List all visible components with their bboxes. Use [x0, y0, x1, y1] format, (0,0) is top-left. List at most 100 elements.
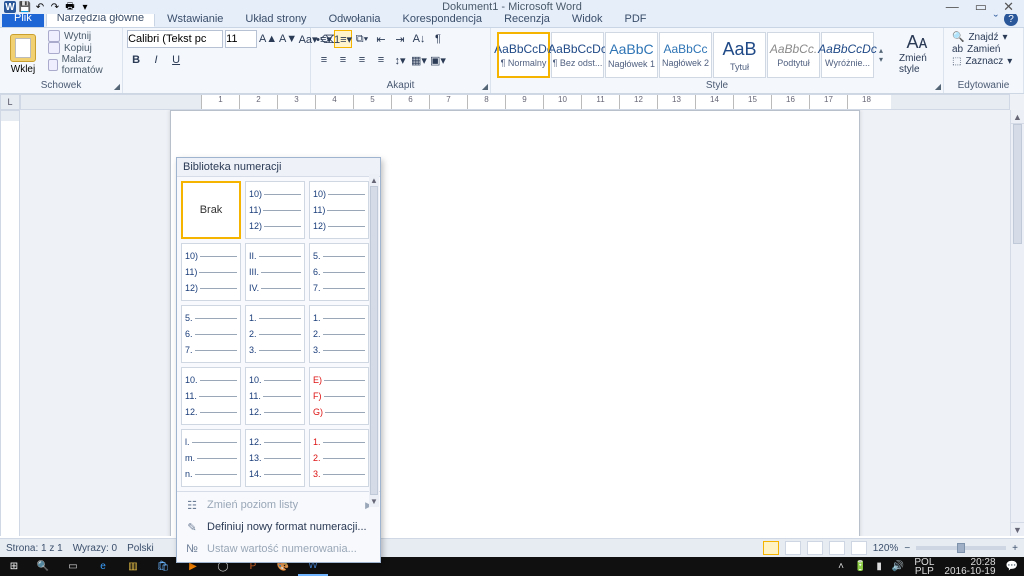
store-icon[interactable]: 🛍	[148, 557, 178, 576]
popup-scrollbar[interactable]: ▲ ▼	[369, 174, 379, 507]
style-tile[interactable]: AaBbCcNagłówek 2	[659, 32, 712, 78]
status-page[interactable]: Strona: 1 z 1	[6, 543, 63, 554]
tray-power-icon[interactable]: 🔋	[854, 561, 866, 572]
popup-scroll-up-icon[interactable]: ▲	[369, 174, 379, 186]
clipboard-dialog-launcher-icon[interactable]: ◢	[114, 82, 120, 91]
tray-notifications-icon[interactable]: 💬	[1006, 561, 1018, 572]
increase-indent-icon[interactable]: ⇥	[391, 30, 409, 48]
font-name-combo[interactable]	[127, 30, 223, 48]
style-tile[interactable]: AaBbCcDc¶ Normalny	[497, 32, 550, 78]
numbering-tile[interactable]: l.m.n.	[181, 429, 241, 487]
multilevel-button[interactable]: ⧉▾	[353, 30, 371, 48]
numbering-tile[interactable]: 1.2.3.	[245, 305, 305, 363]
qat-customize-icon[interactable]: ▾	[79, 1, 91, 13]
redo-icon[interactable]: ↷	[49, 1, 61, 13]
styles-gallery[interactable]: AaBbCcDc¶ Normalny AaBbCcDc¶ Bez odst...…	[495, 30, 889, 78]
format-painter-button[interactable]: Malarz formatów	[48, 54, 118, 76]
style-tile[interactable]: AaBbCc.Podtytuł	[767, 32, 820, 78]
numbering-button[interactable]: 1≡▾	[334, 30, 352, 48]
horizontal-ruler[interactable]: 123456789101112131415161718	[20, 94, 1010, 110]
line-spacing-icon[interactable]: ↕▾	[391, 51, 409, 69]
align-right-icon[interactable]: ≡	[353, 51, 371, 69]
styles-more-icon[interactable]: ▴▾	[875, 46, 887, 64]
print-icon[interactable]: 🖶	[64, 1, 76, 13]
search-taskbar-icon[interactable]: 🔍	[28, 557, 58, 576]
tray-volume-icon[interactable]: 🔊	[892, 561, 904, 572]
tab-stop-selector[interactable]: L	[0, 94, 20, 110]
cut-button[interactable]: Wytnij	[48, 30, 118, 42]
underline-button[interactable]: U	[167, 51, 185, 69]
zoom-level[interactable]: 120%	[873, 543, 899, 554]
show-marks-icon[interactable]: ¶	[429, 30, 447, 48]
numbering-tile[interactable]: Brak	[181, 181, 241, 239]
bold-button[interactable]: B	[127, 51, 145, 69]
style-tile[interactable]: AaBbCcDc¶ Bez odst...	[551, 32, 604, 78]
scroll-down-icon[interactable]: ▼	[1011, 522, 1024, 536]
change-styles-button[interactable]: Aᴀ Zmień style	[895, 30, 939, 77]
styles-dialog-launcher-icon[interactable]: ◢	[935, 82, 941, 91]
grow-font-icon[interactable]: A▲	[259, 30, 277, 48]
copy-button[interactable]: Kopiuj	[48, 42, 118, 54]
numbering-tile[interactable]: 10)11)12)	[181, 243, 241, 301]
save-icon[interactable]: 💾	[19, 1, 31, 13]
align-left-icon[interactable]: ≡	[315, 51, 333, 69]
italic-button[interactable]: I	[147, 51, 165, 69]
vertical-scrollbar[interactable]: ▲ ▼	[1010, 110, 1024, 536]
view-outline-icon[interactable]	[829, 541, 845, 555]
view-fullscreen-icon[interactable]	[785, 541, 801, 555]
task-view-icon[interactable]: ▭	[58, 557, 88, 576]
style-tile[interactable]: AaBbCNagłówek 1	[605, 32, 658, 78]
numbering-tile[interactable]: 10)11)12)	[245, 181, 305, 239]
minimize-button[interactable]: —	[946, 0, 959, 15]
decrease-indent-icon[interactable]: ⇤	[372, 30, 390, 48]
numbering-tile[interactable]: 10)11)12)	[309, 181, 369, 239]
style-tile[interactable]: AaBTytuł	[713, 32, 766, 78]
paragraph-dialog-launcher-icon[interactable]: ◢	[482, 82, 488, 91]
select-button[interactable]: ⬚Zaznacz ▾	[952, 56, 1012, 67]
maximize-button[interactable]: ▭	[975, 0, 987, 15]
numbering-tile[interactable]: 1.2.3.	[309, 305, 369, 363]
explorer-icon[interactable]: ▥	[118, 557, 148, 576]
justify-icon[interactable]: ≡	[372, 51, 390, 69]
replace-button[interactable]: abZamień	[952, 44, 1012, 55]
edge-icon[interactable]: e	[88, 557, 118, 576]
tray-up-icon[interactable]: ˄	[838, 561, 844, 572]
sort-icon[interactable]: A↓	[410, 30, 428, 48]
font-size-combo[interactable]	[225, 30, 257, 48]
view-print-layout-icon[interactable]	[763, 541, 779, 555]
numbering-tile[interactable]: 10.11.12.	[181, 367, 241, 425]
vertical-ruler[interactable]	[0, 110, 20, 536]
find-button[interactable]: 🔍Znajdź ▾	[952, 32, 1012, 43]
undo-icon[interactable]: ↶	[34, 1, 46, 13]
status-language[interactable]: Polski	[127, 543, 154, 554]
tray-lang2[interactable]: PLP	[914, 567, 934, 576]
status-words[interactable]: Wyrazy: 0	[73, 543, 117, 554]
numbering-tile[interactable]: 10.11.12.	[245, 367, 305, 425]
numbering-tile[interactable]: II.III.IV.	[245, 243, 305, 301]
numbering-tile[interactable]: 5.6.7.	[309, 243, 369, 301]
shrink-font-icon[interactable]: A▼	[279, 30, 297, 48]
bullets-button[interactable]: •≡▾	[315, 30, 333, 48]
scroll-thumb[interactable]	[1013, 124, 1022, 244]
numbering-tile[interactable]: 5.6.7.	[181, 305, 241, 363]
close-button[interactable]: ✕	[1003, 0, 1014, 15]
zoom-slider[interactable]	[916, 546, 1006, 550]
tray-date[interactable]: 2016-10-19	[944, 567, 995, 576]
shading-icon[interactable]: ▦▾	[410, 51, 428, 69]
popup-scroll-thumb[interactable]	[370, 186, 378, 495]
view-web-icon[interactable]	[807, 541, 823, 555]
tray-network-icon[interactable]: ▮	[876, 561, 882, 572]
numbering-tile[interactable]: 12.13.14.	[245, 429, 305, 487]
zoom-out-icon[interactable]: −	[904, 543, 910, 554]
view-draft-icon[interactable]	[851, 541, 867, 555]
scroll-up-icon[interactable]: ▲	[1011, 110, 1024, 124]
style-tile[interactable]: AaBbCcDcWyróżnie...	[821, 32, 874, 78]
align-center-icon[interactable]: ≡	[334, 51, 352, 69]
paste-button[interactable]: Wklej	[4, 30, 42, 75]
numbering-tile[interactable]: 1.2.3.	[309, 429, 369, 487]
zoom-in-icon[interactable]: +	[1012, 543, 1018, 554]
borders-icon[interactable]: ▣▾	[429, 51, 447, 69]
popup-scroll-down-icon[interactable]: ▼	[369, 495, 379, 507]
define-new-format-item[interactable]: ✎ Definiuj nowy format numeracji...	[177, 516, 380, 538]
start-button[interactable]: ⊞	[0, 557, 28, 576]
